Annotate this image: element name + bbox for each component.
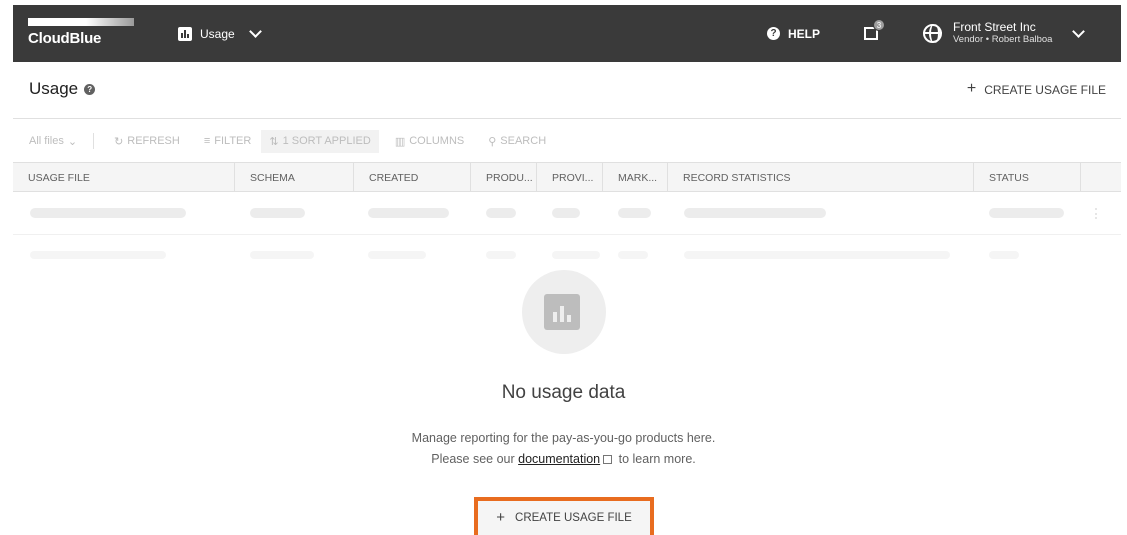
- help-circle-icon[interactable]: ?: [84, 83, 96, 95]
- skeleton-cell: [368, 251, 426, 259]
- skeleton-cell: [684, 251, 950, 259]
- skeleton-cell: [486, 251, 516, 259]
- filter-icon: ≡: [203, 135, 211, 147]
- logo-text: CloudBlue: [28, 30, 102, 47]
- sort-button[interactable]: ⇅ 1 SORT APPLIED: [261, 129, 379, 153]
- sort-label: 1 SORT APPLIED: [282, 135, 371, 147]
- cloudblue-logo[interactable]: CloudBlue: [28, 17, 140, 47]
- column-header-record-statistics[interactable]: RECORD STATISTICS: [668, 163, 974, 192]
- account-role: Vendor • Robert Balboa: [953, 33, 1053, 45]
- create-usage-file-header-button[interactable]: + CREATE USAGE FILE: [966, 80, 1106, 98]
- skeleton-cell: [368, 208, 449, 218]
- files-filter-label: All files: [29, 135, 64, 147]
- refresh-icon: ↻: [114, 135, 124, 148]
- column-header-created[interactable]: CREATED: [354, 163, 471, 192]
- usage-module-icon: [178, 26, 192, 41]
- globe-icon: [923, 24, 942, 43]
- column-header-marketplace[interactable]: MARK...: [603, 163, 668, 192]
- empty-state-title: No usage data: [501, 382, 626, 403]
- help-button[interactable]: ? HELP: [767, 5, 820, 62]
- skeleton-cell: [30, 208, 186, 218]
- skeleton-cell: [486, 208, 516, 218]
- account-switcher[interactable]: Front Street Inc Vendor • Robert Balboa: [923, 5, 1086, 62]
- top-navigation-bar: CloudBlue Usage ? HELP 3 Front Street In…: [13, 5, 1121, 62]
- skeleton-cell: [989, 251, 1019, 259]
- row-menu-icon: [1095, 208, 1098, 219]
- documentation-prefix: Please see our: [431, 452, 515, 466]
- page-title-text: Usage: [29, 79, 79, 98]
- chevron-down-icon: ⌄: [67, 135, 78, 148]
- create-usage-file-button[interactable]: + CREATE USAGE FILE: [474, 497, 654, 535]
- skeleton-cell: [618, 208, 651, 218]
- skeleton-cell: [30, 251, 166, 259]
- create-usage-file-header-label: CREATE USAGE FILE: [984, 83, 1106, 97]
- plus-icon: +: [496, 508, 506, 526]
- sort-icon: ⇅: [269, 135, 279, 148]
- skeleton-cell: [552, 251, 600, 259]
- column-header-provider[interactable]: PROVI...: [537, 163, 603, 192]
- skeleton-cell: [989, 208, 1064, 218]
- refresh-label: REFRESH: [127, 135, 180, 147]
- notification-badge: 3: [873, 19, 885, 31]
- help-label: HELP: [788, 26, 821, 41]
- documentation-suffix: to learn more.: [618, 452, 696, 466]
- skeleton-cell: [250, 251, 314, 259]
- skeleton-cell: [250, 208, 305, 218]
- filter-label: FILTER: [214, 135, 252, 147]
- header-divider: [13, 118, 1121, 119]
- documentation-link[interactable]: documentation: [518, 452, 600, 466]
- filter-button[interactable]: ≡ FILTER: [204, 135, 252, 147]
- files-filter-dropdown[interactable]: All files ⌄: [29, 135, 77, 148]
- notifications-button[interactable]: 3: [864, 19, 885, 40]
- empty-state-documentation-line: Please see our documentation to learn mo…: [0, 452, 1127, 466]
- row-divider: [13, 234, 1121, 235]
- column-header-schema[interactable]: SCHEMA: [235, 163, 354, 192]
- skeleton-cell: [552, 208, 580, 218]
- help-icon: ?: [767, 27, 780, 40]
- column-header-status[interactable]: STATUS: [974, 163, 1081, 192]
- skeleton-cell: [684, 208, 826, 218]
- account-name: Front Street Inc: [953, 20, 1036, 35]
- empty-state-description: Manage reporting for the pay-as-you-go p…: [411, 431, 716, 445]
- search-button[interactable]: ⚲ SEARCH: [488, 135, 546, 148]
- page-title: Usage ?: [29, 79, 96, 99]
- external-link-icon: [603, 455, 613, 464]
- refresh-button[interactable]: ↻ REFRESH: [114, 135, 180, 148]
- search-label: SEARCH: [500, 135, 547, 147]
- create-usage-file-label: CREATE USAGE FILE: [515, 512, 632, 524]
- logo-bar: [28, 18, 134, 26]
- plus-icon: +: [966, 80, 977, 97]
- columns-button[interactable]: ▥ COLUMNS: [395, 135, 464, 148]
- chevron-down-icon: [1072, 25, 1086, 38]
- table-header: USAGE FILE SCHEMA CREATED PRODU... PROVI…: [13, 162, 1121, 192]
- toolbar-separator: [93, 133, 95, 149]
- chevron-down-icon: [248, 25, 262, 38]
- bar-chart-icon: [544, 294, 580, 330]
- skeleton-cell: [618, 251, 648, 259]
- module-label: Usage: [200, 26, 235, 41]
- columns-label: COLUMNS: [409, 135, 465, 147]
- module-switcher[interactable]: Usage: [178, 5, 262, 62]
- column-header-usage-file[interactable]: USAGE FILE: [13, 163, 235, 192]
- columns-icon: ▥: [394, 135, 406, 148]
- search-icon: ⚲: [488, 135, 497, 148]
- table-toolbar: All files ⌄ ↻ REFRESH ≡ FILTER ⇅ 1 SORT …: [29, 129, 570, 153]
- column-header-product[interactable]: PRODU...: [471, 163, 537, 192]
